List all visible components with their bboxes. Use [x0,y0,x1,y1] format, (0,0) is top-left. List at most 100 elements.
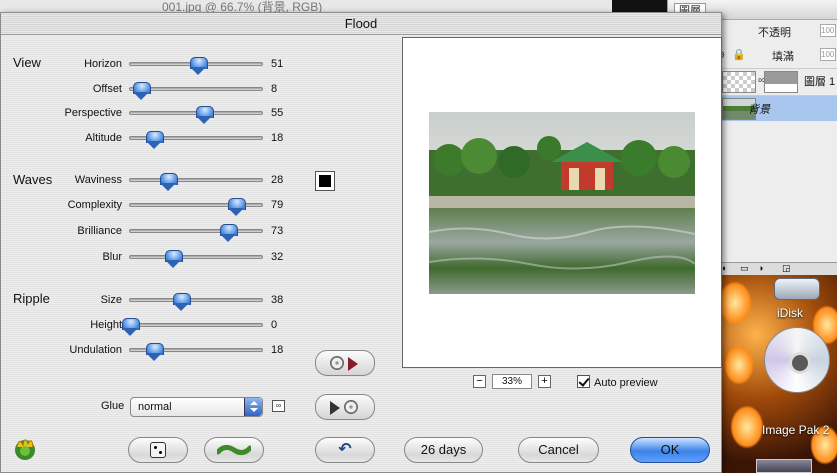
disc-icon [344,400,358,414]
slider-knob[interactable] [122,318,140,336]
color-swatch[interactable] [315,171,335,191]
lantern-decoration [730,405,764,449]
layer-style-icon[interactable]: ◐ [722,263,727,273]
param-label: Size [100,294,122,306]
folder-icon[interactable]: ▭ [740,263,749,274]
play-icon [330,401,340,415]
idisk-label: iDisk [777,306,803,320]
undulation-slider[interactable] [129,343,263,361]
reset-button[interactable]: ↶ [315,437,375,463]
zoom-field[interactable]: 33% [492,374,532,389]
randomize-button[interactable] [128,437,188,463]
dice-icon [150,442,166,458]
layer-name: 圖層 1 [804,76,836,88]
layer-mask-thumbnail [764,71,798,93]
horizon-slider[interactable] [129,57,263,75]
adjustment-icon[interactable]: ◑ [758,263,763,273]
layers-panel-footer: ◐ ▭ ◑ ◲ [718,262,837,275]
cd-label: Image Pak 2 [762,423,830,437]
trial-days-button[interactable]: 26 days [404,437,483,463]
param-value: 0 [271,319,278,331]
slider-knob[interactable] [146,131,165,149]
link-icon[interactable]: ∞ [272,400,285,412]
param-value: 32 [271,251,284,263]
glue-select[interactable]: normal [130,397,263,417]
desktop-background: iDisk Image Pak 2 [718,275,837,473]
fill-field[interactable]: 100 [820,48,836,61]
param-value: 28 [271,174,284,186]
param-value: 73 [271,225,284,237]
altitude-slider[interactable] [129,131,263,149]
param-value: 18 [271,132,284,144]
slider-knob[interactable] [159,173,178,191]
slider-knob[interactable] [227,198,246,216]
fill-label: 填滿 [772,51,794,63]
param-label: Blur [102,251,122,263]
disc-icon [330,356,344,370]
param-label: Offset [92,83,122,95]
idisk-icon[interactable] [774,278,820,300]
play-forward-button[interactable] [315,350,375,376]
param-label: Height [90,319,122,331]
undo-arrow-icon: ↶ [338,441,352,458]
slider-knob[interactable] [172,293,191,311]
swatch-color-fill [319,175,331,187]
param-value: 18 [271,344,284,356]
perspective-slider[interactable] [129,106,263,124]
layer-row[interactable]: ∞ 圖層 1 [718,68,837,94]
param-value: 51 [271,58,284,70]
slider-knob[interactable] [190,57,209,75]
screen: 001.jpg @ 66.7% (背景, RGB) 圖層 不透明 100 ✥ ⊕… [0,0,837,473]
preview-pane[interactable] [402,37,722,368]
cd-disc-icon[interactable] [764,327,830,393]
zoom-in-button[interactable]: + [538,375,551,388]
slider-knob[interactable] [164,250,183,268]
opacity-label: 不透明 [758,27,791,39]
lantern-decoration [724,345,754,385]
glue-select-value: normal [138,401,172,413]
auto-preview-checkbox[interactable] [577,375,590,388]
height-slider[interactable] [122,318,263,336]
lantern-decoration [718,281,752,325]
layer-name: 背景 [748,104,770,116]
dialog-titlebar: Flood [1,13,721,35]
slider-knob[interactable] [219,224,238,242]
ok-button[interactable]: OK [630,437,710,463]
blur-slider[interactable] [129,250,263,268]
param-label: Horizon [84,58,122,70]
param-label: Brilliance [77,225,122,237]
flood-dialog: Flood View Horizon 51 Offset 8 Perspecti… [0,12,722,473]
auto-preview-label: Auto preview [594,377,658,389]
preview-photo-icon [429,112,695,294]
lock-all-icon[interactable]: 🔒 [732,48,746,61]
size-slider[interactable] [129,293,263,311]
brilliance-slider[interactable] [129,224,263,242]
preview-image [429,112,695,294]
param-label: Altitude [85,132,122,144]
param-value: 8 [271,83,278,95]
play-back-button[interactable] [315,394,375,420]
param-label: Undulation [69,344,122,356]
param-value: 38 [271,294,284,306]
slider-knob[interactable] [132,82,151,100]
new-layer-icon[interactable]: ◲ [782,263,791,274]
waviness-slider[interactable] [129,173,263,191]
slider-knob[interactable] [146,343,165,361]
zoom-out-button[interactable]: − [473,375,486,388]
offset-slider[interactable] [129,82,263,100]
slider-knob[interactable] [195,106,214,124]
wave-icon [215,444,253,456]
plugin-logo-icon [15,439,35,460]
complexity-slider[interactable] [129,198,263,216]
select-arrows-icon [244,398,262,416]
opacity-field[interactable]: 100 [820,24,836,37]
desktop-thumbnail[interactable] [756,459,812,473]
layer-thumbnail [722,71,756,93]
param-value: 79 [271,199,284,211]
param-label: Waviness [74,174,122,186]
wave-preset-button[interactable] [204,437,264,463]
cancel-button[interactable]: Cancel [518,437,599,463]
layer-row-selected[interactable]: 背景 [718,95,837,121]
param-label: Perspective [64,107,122,119]
play-red-icon [348,357,358,371]
